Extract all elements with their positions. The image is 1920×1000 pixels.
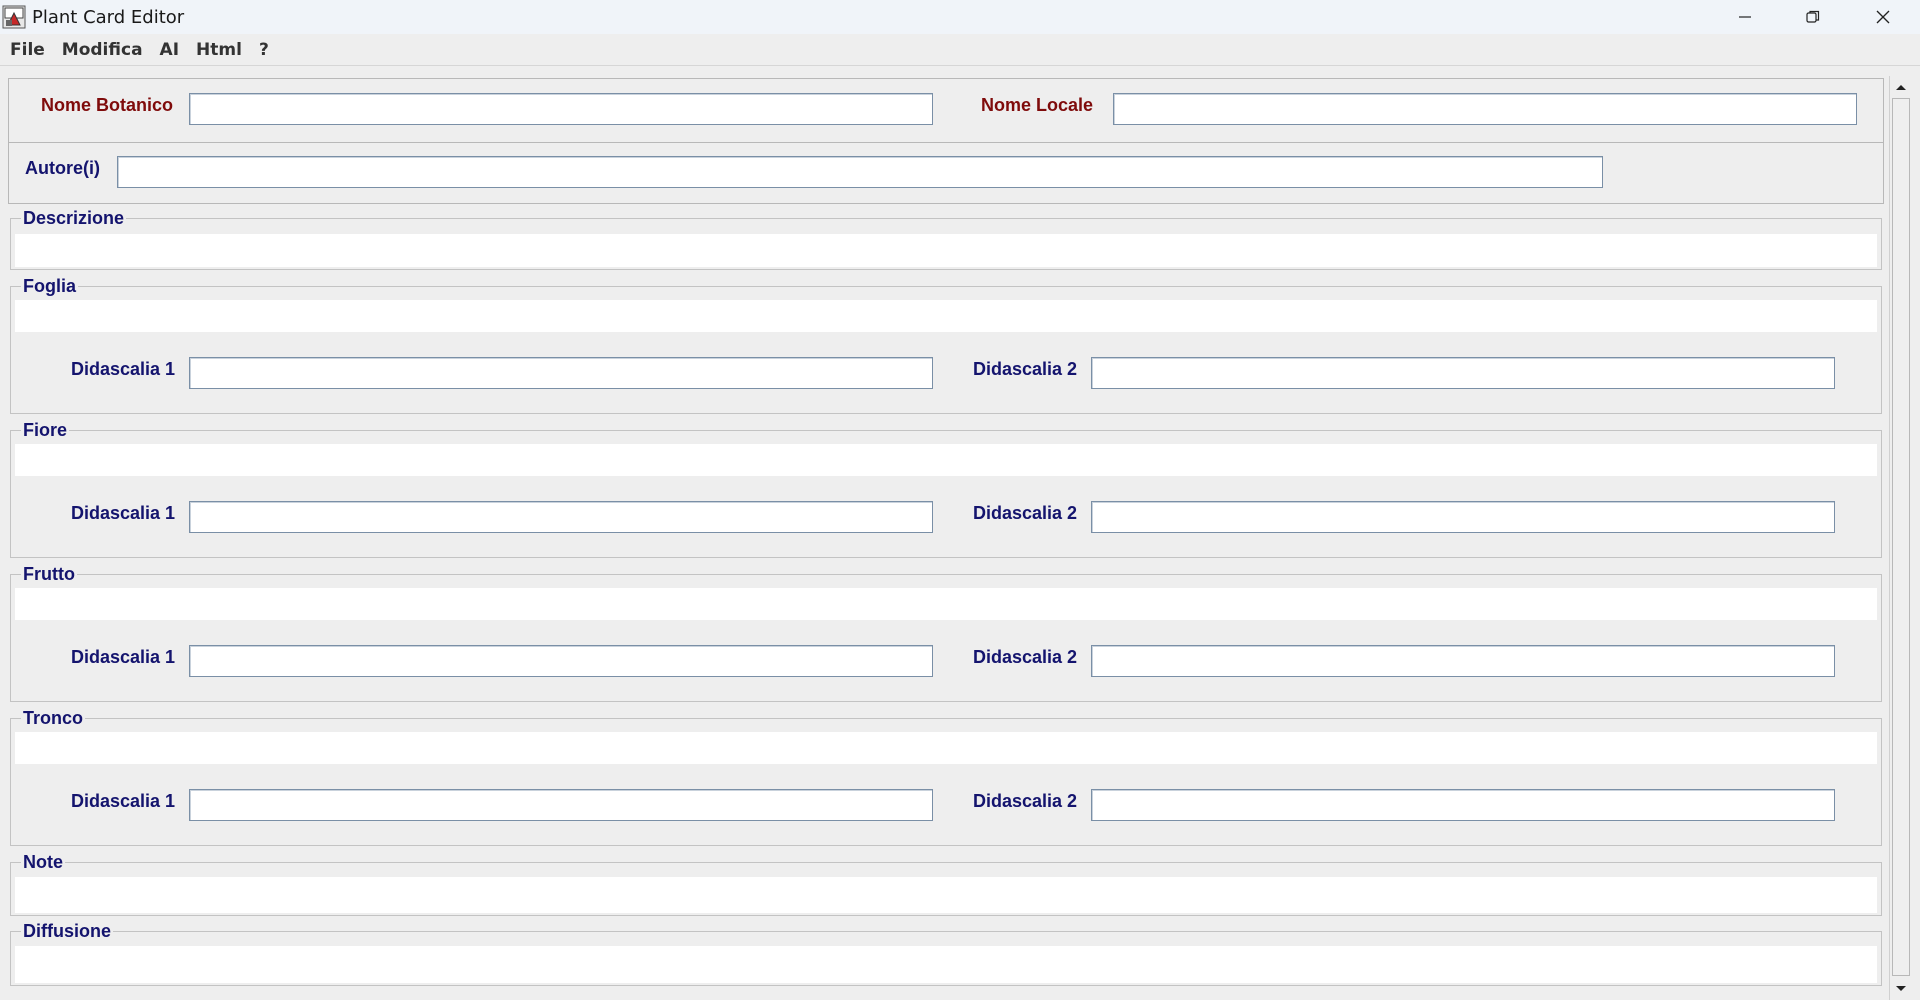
frutto-caption1-label: Didascalia 1	[71, 647, 176, 667]
editor-form: Nome Botanico Nome Locale Autore(i) Desc…	[0, 68, 1887, 1000]
menu-modifica[interactable]: Modifica	[52, 40, 143, 60]
foglia-caption1-label: Didascalia 1	[71, 359, 176, 379]
descrizione-textarea[interactable]	[15, 234, 1877, 267]
scroll-up-button[interactable]	[1890, 78, 1912, 96]
section-descrizione: Descrizione	[10, 208, 1882, 270]
minimize-button[interactable]	[1710, 0, 1780, 34]
restore-icon	[1806, 10, 1820, 23]
section-diffusione: Diffusione	[10, 921, 1882, 986]
authors-label: Autore(i)	[25, 158, 100, 178]
botanical-name-label: Nome Botanico	[41, 95, 174, 115]
foglia-caption2-input[interactable]	[1091, 357, 1835, 389]
frutto-textarea[interactable]	[15, 588, 1877, 620]
scrollbar-thumb[interactable]	[1892, 98, 1910, 976]
authors-input[interactable]	[117, 156, 1603, 188]
tronco-caption2-input[interactable]	[1091, 789, 1835, 821]
foglia-caption2-label: Didascalia 2	[973, 359, 1078, 379]
botanical-name-input[interactable]	[189, 93, 933, 125]
tronco-caption1-label: Didascalia 1	[71, 791, 176, 811]
local-name-input[interactable]	[1113, 93, 1857, 125]
app-plant-icon	[2, 5, 26, 29]
menu-bar: File Modifica AI Html ?	[0, 34, 1920, 66]
authors-panel: Autore(i)	[8, 142, 1884, 204]
section-frutto: Frutto Didascalia 1 Didascalia 2	[10, 564, 1882, 702]
menu-file[interactable]: File	[0, 40, 45, 60]
menu-ai[interactable]: AI	[150, 40, 179, 60]
section-tronco-title: Tronco	[21, 708, 86, 729]
tronco-textarea[interactable]	[15, 732, 1877, 764]
frutto-caption2-label: Didascalia 2	[973, 647, 1078, 667]
fiore-textarea[interactable]	[15, 444, 1877, 476]
foglia-caption1-input[interactable]	[189, 357, 933, 389]
arrow-down-icon	[1896, 986, 1906, 991]
fiore-caption2-label: Didascalia 2	[973, 503, 1078, 523]
fiore-caption2-input[interactable]	[1091, 501, 1835, 533]
tronco-caption1-input[interactable]	[189, 789, 933, 821]
section-fiore-title: Fiore	[21, 420, 70, 441]
restore-button[interactable]	[1778, 0, 1848, 34]
frutto-caption2-input[interactable]	[1091, 645, 1835, 677]
close-icon	[1876, 10, 1890, 24]
minimize-icon	[1739, 16, 1751, 18]
section-fiore: Fiore Didascalia 1 Didascalia 2	[10, 420, 1882, 558]
section-frutto-title: Frutto	[21, 564, 77, 585]
tronco-caption2-label: Didascalia 2	[973, 791, 1078, 811]
fiore-caption1-input[interactable]	[189, 501, 933, 533]
arrow-up-icon	[1896, 85, 1906, 90]
names-panel: Nome Botanico Nome Locale	[8, 78, 1884, 143]
title-bar: Plant Card Editor	[0, 0, 1920, 34]
close-button[interactable]	[1848, 0, 1918, 34]
section-diffusione-title: Diffusione	[21, 921, 113, 942]
section-tronco: Tronco Didascalia 1 Didascalia 2	[10, 708, 1882, 846]
fiore-caption1-label: Didascalia 1	[71, 503, 176, 523]
frutto-caption1-input[interactable]	[189, 645, 933, 677]
window-title: Plant Card Editor	[32, 6, 185, 28]
section-foglia: Foglia Didascalia 1 Didascalia 2	[10, 276, 1882, 414]
section-foglia-title: Foglia	[21, 276, 78, 297]
diffusione-textarea[interactable]	[15, 946, 1877, 983]
menu-html[interactable]: Html	[186, 40, 242, 60]
local-name-label: Nome Locale	[981, 95, 1094, 115]
scroll-down-button[interactable]	[1890, 980, 1912, 998]
section-note: Note	[10, 852, 1882, 916]
section-descrizione-title: Descrizione	[21, 208, 127, 229]
foglia-textarea[interactable]	[15, 300, 1877, 332]
note-textarea[interactable]	[15, 877, 1877, 913]
vertical-scrollbar[interactable]	[1889, 76, 1911, 1000]
menu-help[interactable]: ?	[249, 40, 269, 60]
section-note-title: Note	[21, 852, 65, 873]
